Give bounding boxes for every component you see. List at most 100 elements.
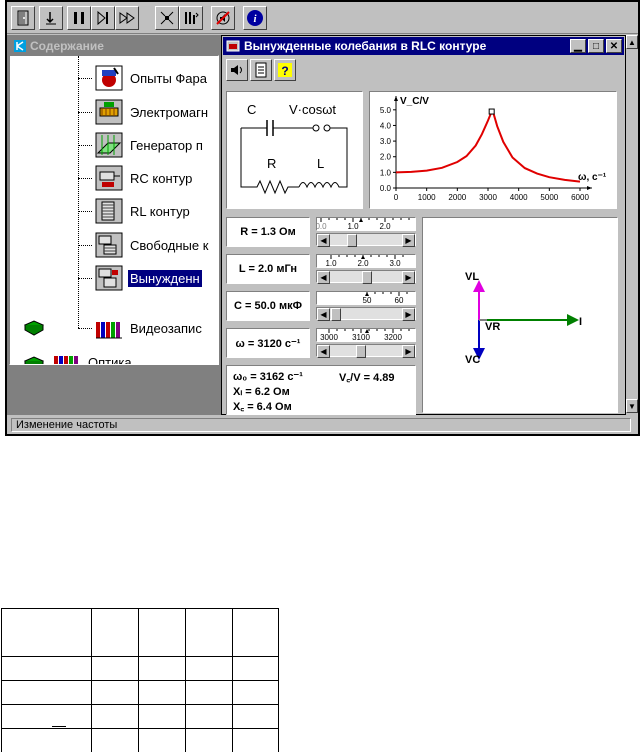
arrow-right-icon: ▶ bbox=[405, 347, 412, 356]
phasor-svg: VL VR VC I bbox=[465, 271, 582, 366]
minimize-button[interactable]: ▁ bbox=[570, 39, 586, 53]
vl-label: VL bbox=[465, 271, 479, 283]
scale-tick-label: 2.0 bbox=[357, 259, 369, 267]
frequency-scale: 3000 3100 3200 bbox=[316, 328, 416, 342]
scroll-right-button[interactable]: ▶ bbox=[402, 345, 415, 358]
scale-tick-label: 1.0 bbox=[325, 259, 337, 267]
fast-forward-button[interactable] bbox=[115, 6, 139, 30]
scroll-up-button[interactable]: ▲ bbox=[626, 35, 638, 49]
phasor-diagram: VL VR VC I bbox=[422, 217, 618, 413]
info-button[interactable]: i bbox=[243, 6, 267, 30]
capacitance-slider[interactable]: 50 60 ◀ ▶ bbox=[316, 291, 416, 321]
grid-arrows-icon bbox=[160, 11, 174, 25]
pause-button[interactable] bbox=[67, 6, 91, 30]
current-point-marker bbox=[488, 108, 495, 115]
table-dash-mark bbox=[52, 726, 66, 727]
scroll-right-button[interactable]: ▶ bbox=[402, 308, 415, 321]
inductance-scale-svg: 1.0 2.0 3.0 bbox=[325, 255, 404, 267]
scale-tick-label: 3200 bbox=[384, 333, 402, 341]
scale-tick-label: 3.0 bbox=[389, 259, 401, 267]
scroll-right-button[interactable]: ▶ bbox=[402, 234, 415, 247]
tree-item-label: Электромагн bbox=[130, 104, 209, 120]
param-row-c: C = 50.0 мкФ 50 60 ◀ ▶ bbox=[226, 291, 416, 321]
capacitance-scale: 50 60 bbox=[316, 291, 416, 305]
video-recordings-icon bbox=[96, 322, 122, 339]
step-button[interactable] bbox=[39, 6, 63, 30]
sound-button[interactable] bbox=[226, 59, 248, 81]
generator-icon bbox=[95, 132, 123, 158]
resistance-scrollbar[interactable]: ◀ ▶ bbox=[316, 233, 416, 247]
minimize-icon: ▁ bbox=[574, 40, 582, 52]
scroll-left-button[interactable]: ◀ bbox=[317, 234, 330, 247]
scroll-left-button[interactable]: ◀ bbox=[317, 308, 330, 321]
main-vertical-scrollbar[interactable]: ▲ ▼ bbox=[626, 35, 638, 415]
exit-button[interactable] bbox=[11, 6, 35, 30]
description-button[interactable] bbox=[250, 59, 272, 81]
y-axis-label: V_C/V bbox=[400, 96, 429, 107]
rlc-window-titlebar[interactable]: Вынужденные колебания в RLC контуре ▁ □ … bbox=[223, 37, 624, 55]
arrow-right-icon: ▶ bbox=[405, 273, 412, 282]
x-tick-label: 4000 bbox=[510, 193, 528, 202]
tree-item-rc-circuit[interactable]: RC контур bbox=[94, 164, 194, 192]
speaker-icon bbox=[231, 65, 242, 75]
source-label: V·cosωt bbox=[289, 102, 336, 117]
record-button[interactable] bbox=[179, 6, 203, 30]
frequency-slider[interactable]: 3000 3100 3200 ◀ ▶ bbox=[316, 328, 416, 358]
scale-tick-label: 50 bbox=[363, 296, 372, 304]
close-icon: ✕ bbox=[609, 40, 619, 52]
free-oscillations-icon bbox=[95, 232, 123, 258]
arrow-down-icon: ▼ bbox=[628, 401, 636, 411]
scroll-down-button[interactable]: ▼ bbox=[626, 399, 638, 413]
rlc-window-title: Вынужденные колебания в RLC контуре bbox=[244, 39, 487, 53]
resistance-slider[interactable]: 0.0 1.0 2.0 ◀ ▶ bbox=[316, 217, 416, 247]
scroll-left-button[interactable]: ◀ bbox=[317, 271, 330, 284]
y-tick-label: 2.0 bbox=[380, 153, 392, 162]
tree-item-label: Вынужденн bbox=[128, 269, 202, 287]
arrow-right-icon: ▶ bbox=[405, 236, 412, 245]
scale-tick-label: 2.0 bbox=[379, 222, 391, 230]
frequency-scrollbar[interactable]: ◀ ▶ bbox=[316, 344, 416, 358]
status-text: Изменение частоты bbox=[11, 418, 631, 432]
tree-item-video-recordings[interactable]: Видеозапис bbox=[94, 314, 204, 342]
book-icon bbox=[24, 356, 44, 364]
help-button[interactable]: ? bbox=[274, 59, 296, 81]
tree-item-label: Свободные к bbox=[130, 237, 209, 253]
step-forward-button[interactable] bbox=[91, 6, 115, 30]
scroll-right-button[interactable]: ▶ bbox=[402, 271, 415, 284]
door-icon bbox=[17, 10, 29, 26]
tree-item-free-oscillations[interactable]: Свободные к bbox=[94, 231, 210, 259]
rl-circuit-icon bbox=[95, 198, 123, 224]
inductance-slider[interactable]: 1.0 2.0 3.0 ◀ ▶ bbox=[316, 254, 416, 284]
slider-thumb[interactable] bbox=[356, 345, 367, 358]
bars-icon bbox=[185, 12, 199, 24]
resistance-scale: 0.0 1.0 2.0 bbox=[316, 217, 416, 231]
tree-item-faraday[interactable]: Опыты Фара bbox=[94, 64, 209, 92]
inductance-scrollbar[interactable]: ◀ ▶ bbox=[316, 270, 416, 284]
slider-thumb[interactable] bbox=[347, 234, 358, 247]
scale-tick-label: 3000 bbox=[320, 333, 338, 341]
svg-text:?: ? bbox=[281, 64, 288, 78]
x-tick-label: 0 bbox=[394, 193, 399, 202]
app-window: i Содержание Опыты Фара Электромагн Гене… bbox=[5, 0, 640, 436]
readout-panel: ω₀ = 3162 с⁻¹ V꜀/V = 4.89 Xₗ = 6.2 Ом X꜀… bbox=[226, 365, 416, 415]
tree-item-generator[interactable]: Генератор п bbox=[94, 131, 205, 159]
slider-thumb[interactable] bbox=[362, 271, 373, 284]
capacitance-scrollbar[interactable]: ◀ ▶ bbox=[316, 307, 416, 321]
capacitance-scale-svg: 50 60 bbox=[363, 292, 408, 304]
tree-item-optics[interactable]: Оптика bbox=[52, 348, 134, 364]
tree-item-forced-oscillations[interactable]: Вынужденн bbox=[94, 264, 202, 292]
slider-thumb[interactable] bbox=[331, 308, 342, 321]
scroll-left-button[interactable]: ◀ bbox=[317, 345, 330, 358]
tree-item-label: Опыты Фара bbox=[130, 70, 207, 86]
vc-ratio-readout: V꜀/V = 4.89 bbox=[339, 372, 395, 384]
close-button[interactable]: ✕ bbox=[606, 39, 622, 53]
reset-button[interactable] bbox=[155, 6, 179, 30]
tree-item-rl-circuit[interactable]: RL контур bbox=[94, 197, 192, 225]
blank-table bbox=[1, 608, 279, 752]
maximize-button[interactable]: □ bbox=[588, 39, 604, 53]
tree-item-electromagnet[interactable]: Электромагн bbox=[94, 98, 210, 126]
y-tick-label: 4.0 bbox=[380, 121, 392, 130]
electromagnet-icon bbox=[95, 99, 123, 125]
sound-off-button[interactable] bbox=[211, 6, 235, 30]
rc-circuit-icon bbox=[95, 165, 123, 191]
